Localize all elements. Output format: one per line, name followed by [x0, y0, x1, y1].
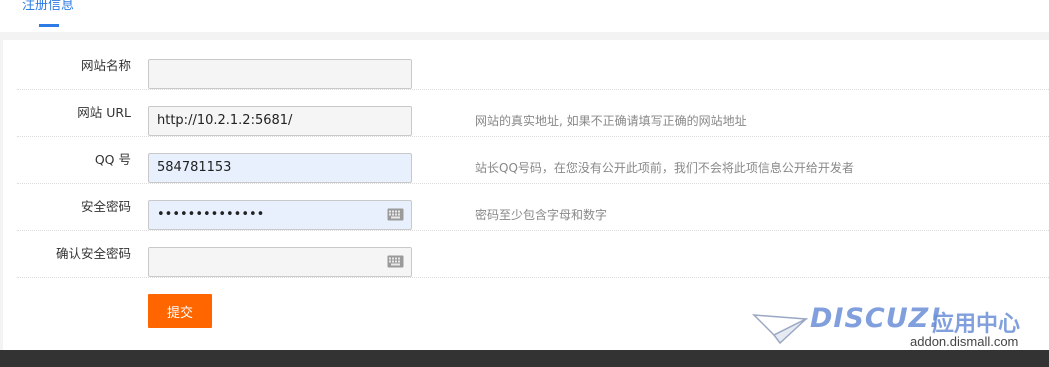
form-row-qq: QQ 号 584781153 站长QQ号码，在您没有公开此项前，我们不会将此项信… [17, 137, 1049, 184]
qq-hint: 站长QQ号码，在您没有公开此项前，我们不会将此项信息公开给开发者 [475, 161, 854, 175]
confirm-password-label: 确认安全密码 [55, 246, 131, 261]
form-row-confirm-password: 确认安全密码 [17, 231, 1049, 278]
qq-value: 584781153 [157, 160, 232, 175]
form-row-site-name: 网站名称 [17, 43, 1049, 90]
form-row-security-password: 安全密码 •••••••••••••• 密码至少包含字母和数字 [17, 184, 1049, 231]
submit-button[interactable]: 提交 [148, 294, 212, 328]
discuz-watermark: DISCUZ! 应用中心 addon.dismall.com [752, 303, 1044, 349]
watermark-brand: DISCUZ! [810, 303, 943, 334]
site-url-value: http://10.2.1.2:5681/ [157, 113, 293, 128]
qq-label: QQ 号 [94, 152, 131, 167]
security-password-value: •••••••••••••• [157, 207, 265, 222]
site-url-hint: 网站的真实地址, 如果不正确请填写正确的网站地址 [475, 114, 747, 128]
watermark-url: addon.dismall.com [910, 334, 1019, 349]
site-url-label: 网站 URL [77, 105, 131, 120]
qq-input[interactable]: 584781153 [148, 153, 412, 183]
site-name-label: 网站名称 [80, 58, 131, 73]
tab-registration-info[interactable]: 注册信息 [22, 0, 74, 14]
footer-bar [0, 350, 1049, 367]
site-name-input[interactable] [148, 59, 412, 89]
paper-plane-logo-icon [752, 314, 808, 345]
keyboard-icon[interactable] [387, 208, 404, 221]
security-password-hint: 密码至少包含字母和数字 [475, 208, 608, 222]
active-tab-indicator [39, 24, 59, 27]
keyboard-icon[interactable] [387, 255, 404, 268]
security-password-label: 安全密码 [80, 199, 131, 214]
security-password-input[interactable]: •••••••••••••• [148, 200, 412, 230]
confirm-password-input[interactable] [148, 247, 412, 277]
form-row-site-url: 网站 URL http://10.2.1.2:5681/ 网站的真实地址, 如果… [17, 90, 1049, 137]
site-url-input[interactable]: http://10.2.1.2:5681/ [148, 106, 412, 136]
tab-bar: 注册信息 [0, 0, 1049, 32]
